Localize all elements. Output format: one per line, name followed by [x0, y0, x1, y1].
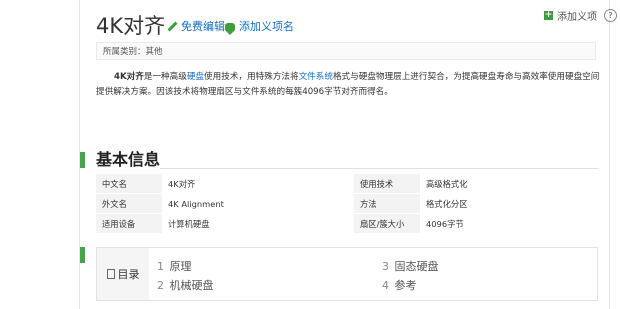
table-row: 适用设备 计算机硬盘 扇区/簇大小 4096字节 — [96, 213, 596, 234]
category-bar: 所属类别：其他 — [96, 42, 596, 60]
toc-label-box: 目录 — [97, 248, 149, 300]
toc-item-mechanical-disk[interactable]: 2 机械硬盘 — [157, 277, 214, 293]
section-title-basic-info: 基本信息 — [96, 150, 161, 169]
help-icon[interactable]: ? — [604, 9, 617, 22]
add-sense-link-label: 添加义项名 — [239, 20, 294, 33]
chat-icon — [225, 22, 235, 35]
info-key: 适用设备 — [96, 213, 162, 234]
info-key: 外文名 — [96, 193, 162, 214]
toc-item-number: 2 — [157, 279, 164, 292]
edit-link-label: 免费编辑 — [181, 20, 225, 33]
table-of-contents: 目录 1 原理 2 机械硬盘 3 固态硬盘 4 参考 — [96, 247, 598, 301]
page-title: 4K对齐 — [96, 14, 166, 38]
table-row: 外文名 4K Alignment 方法 格式化分区 — [96, 193, 596, 214]
add-sense-button[interactable]: 添加义项 — [557, 8, 597, 23]
toc-item-text: 固态硬盘 — [394, 260, 439, 273]
intro-term: 4K对齐 — [114, 72, 144, 82]
toc-item-number: 3 — [382, 260, 389, 273]
list-icon — [106, 269, 115, 279]
edit-link[interactable]: 免费编辑 — [167, 20, 225, 34]
info-key: 扇区/簇大小 — [354, 213, 420, 234]
pen-icon — [167, 22, 177, 32]
section-divider — [160, 168, 598, 169]
info-key: 方法 — [354, 193, 420, 214]
toc-item-text: 机械硬盘 — [169, 279, 214, 292]
info-value: 计算机硬盘 — [162, 213, 354, 234]
info-value: 高级格式化 — [420, 174, 596, 194]
toc-accent-bar — [80, 247, 85, 263]
toc-item-text: 参考 — [394, 279, 417, 292]
add-sense-link[interactable]: 添加义项名 — [225, 20, 294, 35]
content-right-border — [609, 0, 610, 309]
info-key: 使用技术 — [354, 174, 420, 194]
section-accent-bar — [80, 152, 85, 168]
plus-icon: + — [544, 10, 553, 20]
top-right-actions: + 添加义项 ? — [544, 8, 617, 23]
link-file-system[interactable]: 文件系统 — [299, 72, 333, 82]
info-value: 格式化分区 — [420, 193, 596, 214]
info-value: 4K Alignment — [162, 193, 354, 214]
info-value: 4K对齐 — [162, 174, 354, 194]
intro-paragraph: 4K对齐是一种高级硬盘使用技术，用特殊方法将文件系统格式与硬盘物理层上进行契合，… — [96, 70, 604, 100]
toc-item-ssd[interactable]: 3 固态硬盘 — [382, 258, 439, 274]
info-key: 中文名 — [96, 174, 162, 194]
link-hard-disk[interactable]: 硬盘 — [187, 72, 204, 82]
toc-item-principle[interactable]: 1 原理 — [157, 258, 192, 274]
table-row: 中文名 4K对齐 使用技术 高级格式化 — [96, 174, 596, 194]
toc-item-number: 4 — [382, 279, 389, 292]
toc-item-text: 原理 — [169, 260, 192, 273]
info-value: 4096字节 — [420, 213, 596, 234]
toc-label: 目录 — [117, 268, 140, 281]
toc-item-number: 1 — [157, 260, 164, 273]
toc-item-references[interactable]: 4 参考 — [382, 277, 417, 293]
basic-info-table: 中文名 4K对齐 使用技术 高级格式化 外文名 4K Alignment 方法 … — [96, 174, 596, 234]
intro-text-1: 是一种高级 — [143, 72, 187, 82]
intro-text-2: 使用技术，用特殊方法将 — [204, 72, 299, 82]
